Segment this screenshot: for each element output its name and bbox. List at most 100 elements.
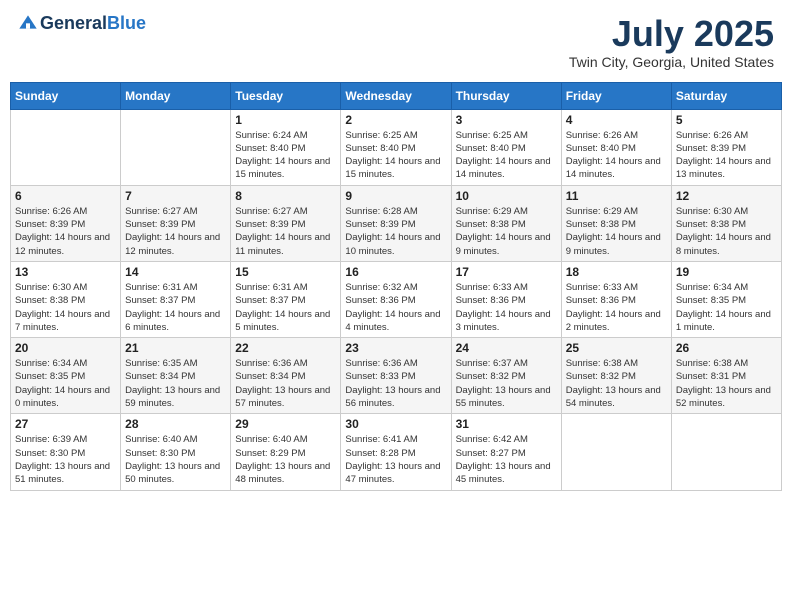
logo-icon xyxy=(18,14,38,34)
calendar-cell: 25Sunrise: 6:38 AM Sunset: 8:32 PM Dayli… xyxy=(561,338,671,414)
calendar-week-row: 6 Sunrise: 6:26 AM Sunset: 8:39 PM Daylig… xyxy=(11,185,782,261)
calendar-cell: 14 Sunrise: 6:31 AM Sunset: 8:37 PM Dayli… xyxy=(121,261,231,337)
day-number: 23 xyxy=(345,341,446,355)
calendar-week-row: 27 Sunrise: 6:39 AM Sunset: 8:30 PM Dayli… xyxy=(11,414,782,490)
day-number: 15 xyxy=(235,265,336,279)
page-header: GeneralBlue July 2025 Twin City, Georgia… xyxy=(10,10,782,74)
day-info: Sunrise: 6:24 AM Sunset: 8:40 PM Dayligh… xyxy=(235,129,336,182)
calendar-cell xyxy=(671,414,781,490)
calendar-cell: 23 Sunrise: 6:36 AM Sunset: 8:33 PM Dayli… xyxy=(341,338,451,414)
day-number: 27 xyxy=(15,417,116,431)
calendar-cell xyxy=(561,414,671,490)
day-info: Sunrise: 6:34 AM Sunset: 8:35 PM Dayligh… xyxy=(676,281,777,334)
day-number: 22 xyxy=(235,341,336,355)
day-number: 6 xyxy=(15,189,116,203)
day-info: Sunrise: 6:29 AM Sunset: 8:38 PM Dayligh… xyxy=(456,205,557,258)
day-number: 19 xyxy=(676,265,777,279)
column-header-thursday: Thursday xyxy=(451,82,561,109)
day-info: Sunrise: 6:40 AM Sunset: 8:30 PM Dayligh… xyxy=(125,433,226,486)
calendar-cell: 31 Sunrise: 6:42 AM Sunset: 8:27 PM Dayli… xyxy=(451,414,561,490)
column-header-wednesday: Wednesday xyxy=(341,82,451,109)
day-info: Sunrise: 6:36 AM Sunset: 8:33 PM Dayligh… xyxy=(345,357,446,410)
day-info: Sunrise: 6:39 AM Sunset: 8:30 PM Dayligh… xyxy=(15,433,116,486)
day-info: Sunrise: 6:28 AM Sunset: 8:39 PM Dayligh… xyxy=(345,205,446,258)
calendar-cell: 21 Sunrise: 6:35 AM Sunset: 8:34 PM Dayli… xyxy=(121,338,231,414)
column-header-friday: Friday xyxy=(561,82,671,109)
calendar-header-row: SundayMondayTuesdayWednesdayThursdayFrid… xyxy=(11,82,782,109)
location-subtitle: Twin City, Georgia, United States xyxy=(569,54,774,70)
day-number: 1 xyxy=(235,113,336,127)
day-info: Sunrise: 6:41 AM Sunset: 8:28 PM Dayligh… xyxy=(345,433,446,486)
day-info: Sunrise: 6:26 AM Sunset: 8:40 PM Dayligh… xyxy=(566,129,667,182)
day-number: 26 xyxy=(676,341,777,355)
day-info: Sunrise: 6:27 AM Sunset: 8:39 PM Dayligh… xyxy=(235,205,336,258)
day-number: 11 xyxy=(566,189,667,203)
logo-blue-text: Blue xyxy=(107,13,146,33)
day-info: Sunrise: 6:27 AM Sunset: 8:39 PM Dayligh… xyxy=(125,205,226,258)
day-info: Sunrise: 6:32 AM Sunset: 8:36 PM Dayligh… xyxy=(345,281,446,334)
day-info: Sunrise: 6:31 AM Sunset: 8:37 PM Dayligh… xyxy=(125,281,226,334)
day-number: 30 xyxy=(345,417,446,431)
day-info: Sunrise: 6:40 AM Sunset: 8:29 PM Dayligh… xyxy=(235,433,336,486)
day-number: 24 xyxy=(456,341,557,355)
day-number: 17 xyxy=(456,265,557,279)
calendar-cell: 3Sunrise: 6:25 AM Sunset: 8:40 PM Daylig… xyxy=(451,109,561,185)
day-number: 28 xyxy=(125,417,226,431)
calendar-cell: 9 Sunrise: 6:28 AM Sunset: 8:39 PM Daylig… xyxy=(341,185,451,261)
day-info: Sunrise: 6:26 AM Sunset: 8:39 PM Dayligh… xyxy=(15,205,116,258)
day-info: Sunrise: 6:42 AM Sunset: 8:27 PM Dayligh… xyxy=(456,433,557,486)
day-number: 16 xyxy=(345,265,446,279)
day-info: Sunrise: 6:35 AM Sunset: 8:34 PM Dayligh… xyxy=(125,357,226,410)
day-number: 20 xyxy=(15,341,116,355)
calendar-week-row: 1 Sunrise: 6:24 AM Sunset: 8:40 PM Daylig… xyxy=(11,109,782,185)
calendar-cell: 15Sunrise: 6:31 AM Sunset: 8:37 PM Dayli… xyxy=(231,261,341,337)
column-header-monday: Monday xyxy=(121,82,231,109)
day-info: Sunrise: 6:29 AM Sunset: 8:38 PM Dayligh… xyxy=(566,205,667,258)
day-number: 7 xyxy=(125,189,226,203)
day-info: Sunrise: 6:30 AM Sunset: 8:38 PM Dayligh… xyxy=(676,205,777,258)
day-number: 2 xyxy=(345,113,446,127)
day-number: 21 xyxy=(125,341,226,355)
day-number: 31 xyxy=(456,417,557,431)
calendar-cell: 18 Sunrise: 6:33 AM Sunset: 8:36 PM Dayli… xyxy=(561,261,671,337)
day-info: Sunrise: 6:25 AM Sunset: 8:40 PM Dayligh… xyxy=(345,129,446,182)
logo-general-text: General xyxy=(40,13,107,33)
calendar-cell: 7 Sunrise: 6:27 AM Sunset: 8:39 PM Daylig… xyxy=(121,185,231,261)
calendar-cell: 22 Sunrise: 6:36 AM Sunset: 8:34 PM Dayli… xyxy=(231,338,341,414)
logo: GeneralBlue xyxy=(18,14,146,34)
day-number: 5 xyxy=(676,113,777,127)
calendar-cell: 26 Sunrise: 6:38 AM Sunset: 8:31 PM Dayli… xyxy=(671,338,781,414)
calendar-cell: 6 Sunrise: 6:26 AM Sunset: 8:39 PM Daylig… xyxy=(11,185,121,261)
calendar-week-row: 20Sunrise: 6:34 AM Sunset: 8:35 PM Dayli… xyxy=(11,338,782,414)
day-number: 18 xyxy=(566,265,667,279)
calendar-cell: 4 Sunrise: 6:26 AM Sunset: 8:40 PM Daylig… xyxy=(561,109,671,185)
month-title: July 2025 xyxy=(569,14,774,54)
day-info: Sunrise: 6:26 AM Sunset: 8:39 PM Dayligh… xyxy=(676,129,777,182)
day-info: Sunrise: 6:33 AM Sunset: 8:36 PM Dayligh… xyxy=(456,281,557,334)
calendar-cell: 8Sunrise: 6:27 AM Sunset: 8:39 PM Daylig… xyxy=(231,185,341,261)
calendar-cell: 10Sunrise: 6:29 AM Sunset: 8:38 PM Dayli… xyxy=(451,185,561,261)
column-header-sunday: Sunday xyxy=(11,82,121,109)
day-number: 13 xyxy=(15,265,116,279)
column-header-tuesday: Tuesday xyxy=(231,82,341,109)
calendar-cell: 13Sunrise: 6:30 AM Sunset: 8:38 PM Dayli… xyxy=(11,261,121,337)
calendar-cell: 24Sunrise: 6:37 AM Sunset: 8:32 PM Dayli… xyxy=(451,338,561,414)
day-number: 9 xyxy=(345,189,446,203)
title-block: July 2025 Twin City, Georgia, United Sta… xyxy=(569,14,774,70)
day-info: Sunrise: 6:36 AM Sunset: 8:34 PM Dayligh… xyxy=(235,357,336,410)
calendar-cell: 19 Sunrise: 6:34 AM Sunset: 8:35 PM Dayli… xyxy=(671,261,781,337)
calendar-cell: 5 Sunrise: 6:26 AM Sunset: 8:39 PM Daylig… xyxy=(671,109,781,185)
day-number: 4 xyxy=(566,113,667,127)
calendar-cell: 16 Sunrise: 6:32 AM Sunset: 8:36 PM Dayli… xyxy=(341,261,451,337)
day-info: Sunrise: 6:38 AM Sunset: 8:31 PM Dayligh… xyxy=(676,357,777,410)
calendar-cell: 2 Sunrise: 6:25 AM Sunset: 8:40 PM Daylig… xyxy=(341,109,451,185)
calendar-cell xyxy=(121,109,231,185)
day-number: 25 xyxy=(566,341,667,355)
day-info: Sunrise: 6:33 AM Sunset: 8:36 PM Dayligh… xyxy=(566,281,667,334)
day-number: 14 xyxy=(125,265,226,279)
calendar-cell: 11 Sunrise: 6:29 AM Sunset: 8:38 PM Dayli… xyxy=(561,185,671,261)
calendar-cell: 28 Sunrise: 6:40 AM Sunset: 8:30 PM Dayli… xyxy=(121,414,231,490)
calendar-cell: 30 Sunrise: 6:41 AM Sunset: 8:28 PM Dayli… xyxy=(341,414,451,490)
calendar-cell: 27 Sunrise: 6:39 AM Sunset: 8:30 PM Dayli… xyxy=(11,414,121,490)
calendar-cell: 20Sunrise: 6:34 AM Sunset: 8:35 PM Dayli… xyxy=(11,338,121,414)
